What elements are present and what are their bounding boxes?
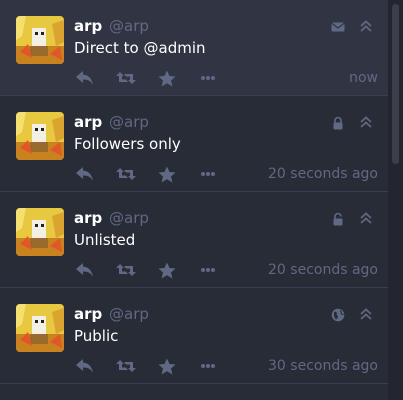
status-content: Unlisted bbox=[74, 231, 136, 249]
scrollbar-thumb[interactable] bbox=[392, 4, 399, 164]
status-header: arp @arp bbox=[74, 16, 149, 36]
boost-button[interactable] bbox=[115, 68, 137, 88]
status-item[interactable]: arp @arp Direct to @admin now bbox=[0, 0, 388, 96]
reply-icon bbox=[76, 263, 93, 277]
avatar-image bbox=[16, 208, 64, 256]
timestamp[interactable]: now bbox=[349, 70, 378, 86]
avatar-image bbox=[16, 16, 64, 64]
chevron-up-icon[interactable] bbox=[359, 114, 373, 128]
scrollbar[interactable] bbox=[388, 0, 403, 400]
reply-button[interactable] bbox=[74, 260, 96, 280]
envelope-icon bbox=[331, 19, 345, 33]
timestamp[interactable]: 30 seconds ago bbox=[268, 358, 378, 374]
globe-icon bbox=[331, 307, 345, 322]
status-content: Public bbox=[74, 327, 119, 345]
avatar-image bbox=[16, 304, 64, 352]
boost-button[interactable] bbox=[115, 356, 137, 376]
display-name[interactable]: arp bbox=[74, 209, 102, 227]
reply-button[interactable] bbox=[74, 356, 96, 376]
timestamp[interactable]: 20 seconds ago bbox=[268, 166, 378, 182]
avatar[interactable] bbox=[16, 16, 64, 64]
ellipsis-icon bbox=[201, 268, 215, 272]
boost-button[interactable] bbox=[115, 164, 137, 184]
account-handle[interactable]: @arp bbox=[109, 17, 149, 35]
lock-icon bbox=[331, 115, 345, 130]
retweet-icon bbox=[116, 72, 136, 84]
star-icon bbox=[158, 262, 176, 278]
favourite-button[interactable] bbox=[156, 356, 178, 376]
reply-button[interactable] bbox=[74, 164, 96, 184]
status-item[interactable]: arp @arp Followers only 20 seconds ago bbox=[0, 96, 388, 192]
account-handle[interactable]: @arp bbox=[109, 113, 149, 131]
display-name[interactable]: arp bbox=[74, 113, 102, 131]
account-handle[interactable]: @arp bbox=[109, 305, 149, 323]
status-item[interactable]: arp @arp Public 30 seconds ago bbox=[0, 288, 388, 384]
status-content: Direct to @admin bbox=[74, 39, 206, 57]
more-button[interactable] bbox=[197, 356, 219, 376]
retweet-icon bbox=[116, 360, 136, 372]
avatar[interactable] bbox=[16, 304, 64, 352]
retweet-icon bbox=[116, 168, 136, 180]
reply-icon bbox=[76, 71, 93, 85]
more-button[interactable] bbox=[197, 164, 219, 184]
favourite-button[interactable] bbox=[156, 260, 178, 280]
status-content: Followers only bbox=[74, 135, 181, 153]
reply-icon bbox=[76, 167, 93, 181]
favourite-button[interactable] bbox=[156, 164, 178, 184]
timestamp[interactable]: 20 seconds ago bbox=[268, 262, 378, 278]
avatar[interactable] bbox=[16, 112, 64, 160]
status-header: arp @arp bbox=[74, 112, 149, 132]
status-header: arp @arp bbox=[74, 208, 149, 228]
reply-icon bbox=[76, 359, 93, 373]
status-item[interactable]: arp @arp Unlisted 20 seconds ago bbox=[0, 192, 388, 288]
more-button[interactable] bbox=[197, 260, 219, 280]
retweet-icon bbox=[116, 264, 136, 276]
ellipsis-icon bbox=[201, 76, 215, 80]
chevron-up-icon[interactable] bbox=[359, 18, 373, 32]
avatar[interactable] bbox=[16, 208, 64, 256]
unlock-icon bbox=[331, 211, 345, 226]
avatar-image bbox=[16, 112, 64, 160]
star-icon bbox=[158, 358, 176, 374]
ellipsis-icon bbox=[201, 364, 215, 368]
display-name[interactable]: arp bbox=[74, 17, 102, 35]
status-header: arp @arp bbox=[74, 304, 149, 324]
more-button[interactable] bbox=[197, 68, 219, 88]
chevron-up-icon[interactable] bbox=[359, 306, 373, 320]
star-icon bbox=[158, 70, 176, 86]
ellipsis-icon bbox=[201, 172, 215, 176]
account-handle[interactable]: @arp bbox=[109, 209, 149, 227]
chevron-up-icon[interactable] bbox=[359, 210, 373, 224]
star-icon bbox=[158, 166, 176, 182]
reply-button[interactable] bbox=[74, 68, 96, 88]
favourite-button[interactable] bbox=[156, 68, 178, 88]
timeline: arp @arp Direct to @admin now arp @arp F… bbox=[0, 0, 388, 400]
display-name[interactable]: arp bbox=[74, 305, 102, 323]
boost-button[interactable] bbox=[115, 260, 137, 280]
